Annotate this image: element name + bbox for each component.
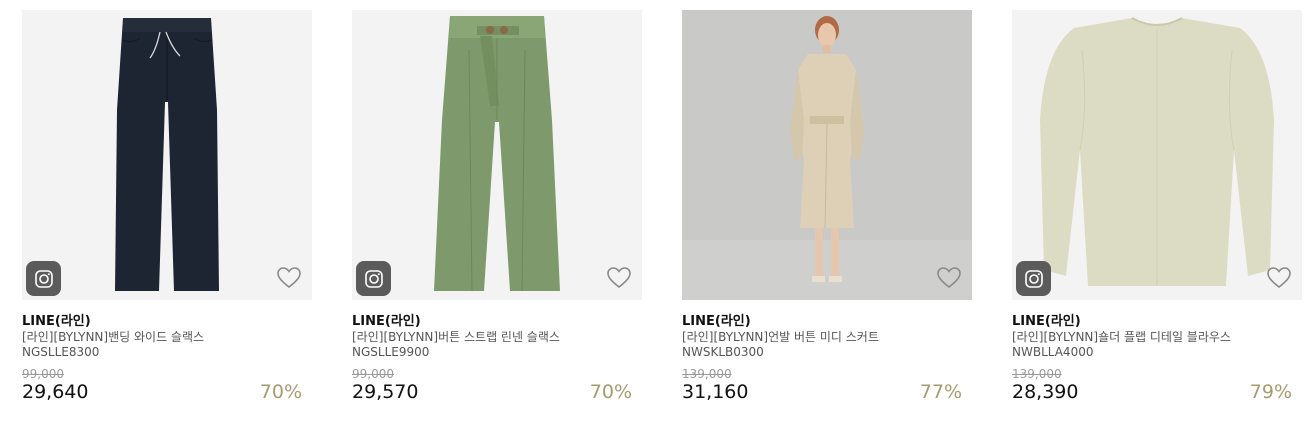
product-card[interactable]: LINE(라인) [라인][BYLYNN]버튼 스트랩 린넨 슬랙스 NGSLL… — [352, 10, 642, 420]
instagram-icon[interactable] — [1016, 261, 1051, 296]
wishlist-heart-icon[interactable] — [606, 266, 632, 290]
product-name[interactable]: [라인][BYLYNN]밴딩 와이드 슬랙스 — [22, 328, 204, 345]
original-price: 99,000 — [22, 367, 64, 381]
sale-price: 31,160 — [682, 381, 749, 403]
product-brand[interactable]: LINE(라인) — [1012, 310, 1081, 329]
product-code: NWSKLB0300 — [682, 345, 764, 359]
sale-price: 28,390 — [1012, 381, 1079, 403]
product-brand[interactable]: LINE(라인) — [352, 310, 421, 329]
product-image-wide-slacks[interactable] — [22, 10, 312, 300]
product-name[interactable]: [라인][BYLYNN]버튼 스트랩 린넨 슬랙스 — [352, 328, 560, 345]
product-brand[interactable]: LINE(라인) — [682, 310, 751, 329]
product-image-blouse[interactable] — [1012, 10, 1302, 300]
instagram-icon[interactable] — [356, 261, 391, 296]
product-code: NWBLLA4000 — [1012, 345, 1094, 359]
product-name[interactable]: [라인][BYLYNN]숄더 플랩 디테일 블라우스 — [1012, 328, 1231, 345]
wishlist-heart-icon[interactable] — [276, 266, 302, 290]
product-brand[interactable]: LINE(라인) — [22, 310, 91, 329]
original-price: 99,000 — [352, 367, 394, 381]
wishlist-heart-icon[interactable] — [936, 266, 962, 290]
wishlist-heart-icon[interactable] — [1266, 266, 1292, 290]
product-code: NGSLLE8300 — [22, 345, 100, 359]
discount-rate: 70% — [259, 381, 302, 403]
product-image-linen-slacks[interactable] — [352, 10, 642, 300]
product-name[interactable]: [라인][BYLYNN]언발 버튼 미디 스커트 — [682, 328, 879, 345]
sale-price: 29,570 — [352, 381, 419, 403]
original-price: 139,000 — [1012, 367, 1062, 381]
product-code: NGSLLE9900 — [352, 345, 430, 359]
discount-rate: 77% — [919, 381, 962, 403]
original-price: 139,000 — [682, 367, 732, 381]
product-card[interactable]: LINE(라인) [라인][BYLYNN]숄더 플랩 디테일 블라우스 NWBL… — [1012, 10, 1302, 420]
product-image-midi-skirt[interactable] — [682, 10, 972, 300]
discount-rate: 70% — [589, 381, 632, 403]
sale-price: 29,640 — [22, 381, 89, 403]
product-card[interactable]: LINE(라인) [라인][BYLYNN]언발 버튼 미디 스커트 NWSKLB… — [682, 10, 972, 420]
product-grid: LINE(라인) [라인][BYLYNN]밴딩 와이드 슬랙스 NGSLLE83… — [0, 0, 1312, 428]
product-card[interactable]: LINE(라인) [라인][BYLYNN]밴딩 와이드 슬랙스 NGSLLE83… — [22, 10, 312, 420]
instagram-icon[interactable] — [26, 261, 61, 296]
discount-rate: 79% — [1249, 381, 1292, 403]
